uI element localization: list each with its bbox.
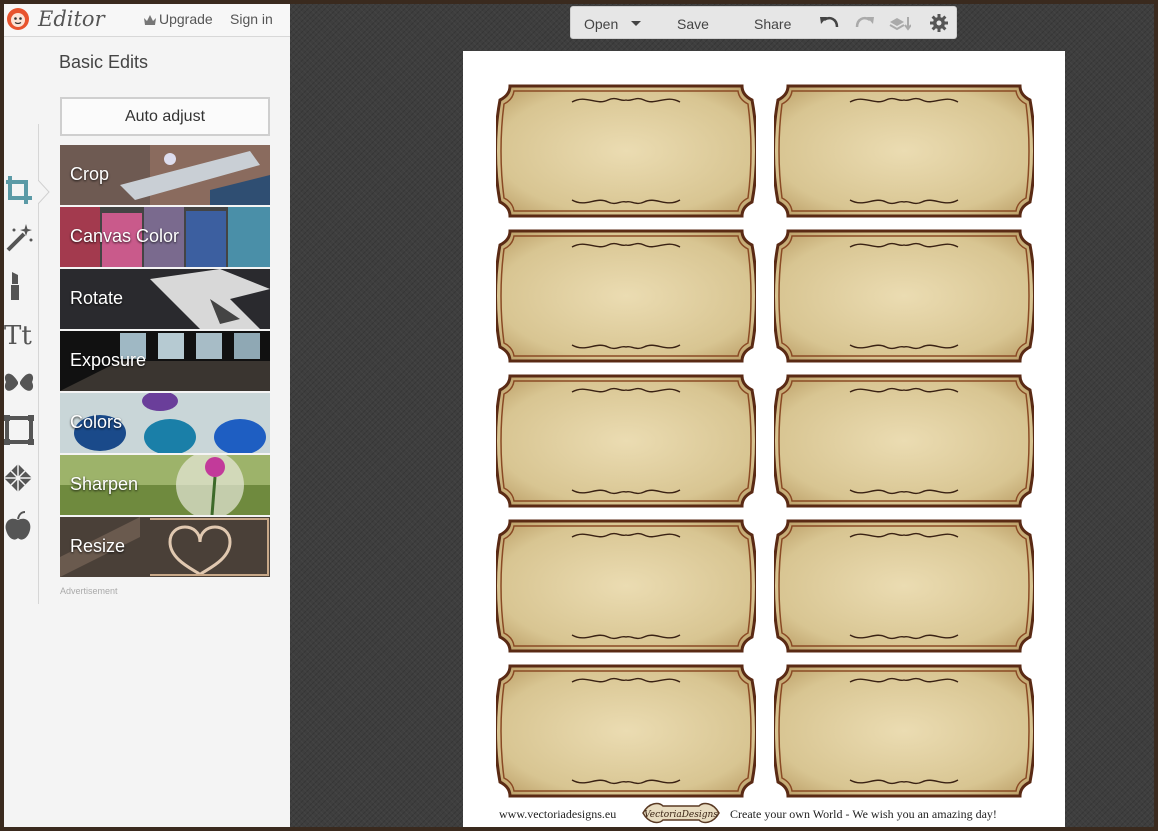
vintage-label-6[interactable] <box>774 372 1034 510</box>
svg-text:VectoriaDesigns: VectoriaDesigns <box>644 810 718 820</box>
tool-resize-label: Resize <box>70 536 126 556</box>
top-bar: Editor Upgrade Sign in <box>4 4 290 37</box>
advertisement-label: Advertisement <box>60 586 118 596</box>
open-button[interactable]: Open <box>584 16 618 32</box>
vintage-label-8[interactable] <box>774 517 1034 655</box>
crop-icon[interactable] <box>4 174 36 206</box>
rail-pointer-icon <box>38 180 50 204</box>
footer-tagline: Create your own World - We wish you an a… <box>730 807 997 821</box>
upgrade-label: Upgrade <box>159 11 213 27</box>
monkey-logo-icon[interactable] <box>6 7 30 31</box>
layers-download-icon[interactable] <box>889 14 911 32</box>
vintage-label-7[interactable] <box>496 517 756 655</box>
redo-icon[interactable] <box>854 14 876 32</box>
app-title: Editor <box>38 7 105 31</box>
editor-toolbar: Open Save Share <box>570 6 957 39</box>
tool-crop[interactable]: Crop <box>60 145 270 205</box>
lipstick-icon[interactable] <box>4 270 36 302</box>
vintage-label-4[interactable] <box>774 227 1034 365</box>
tool-rotate-label: Rotate <box>70 288 124 308</box>
vintage-label-5[interactable] <box>496 372 756 510</box>
magic-wand-icon[interactable] <box>4 222 36 254</box>
tool-sharpen[interactable]: Sharpen <box>60 455 270 515</box>
tool-exposure[interactable]: Exposure <box>60 331 270 391</box>
sign-in-link[interactable]: Sign in <box>230 11 273 27</box>
tool-list: Crop Canvas Color Rotate Exposure Colors… <box>60 145 270 579</box>
tool-colors[interactable]: Colors <box>60 393 270 453</box>
tool-exposure-label: Exposure <box>70 350 147 370</box>
tool-canvas-color[interactable]: Canvas Color <box>60 207 270 267</box>
share-button[interactable]: Share <box>754 16 791 32</box>
open-dropdown-icon[interactable] <box>629 14 643 32</box>
text-icon[interactable]: Tt <box>4 318 36 350</box>
vintage-label-2[interactable] <box>774 82 1034 220</box>
panel-title: Basic Edits <box>59 52 149 72</box>
texture-icon[interactable] <box>4 462 36 494</box>
vintage-label-3[interactable] <box>496 227 756 365</box>
tool-category-rail: Tt <box>4 124 50 604</box>
upgrade-link[interactable]: Upgrade <box>144 11 213 27</box>
apple-icon[interactable] <box>4 510 36 542</box>
vectoria-designs-logo: VectoriaDesigns <box>642 802 720 824</box>
frame-icon[interactable] <box>4 414 36 446</box>
tool-resize[interactable]: Resize <box>60 517 270 577</box>
undo-icon[interactable] <box>818 14 840 32</box>
tool-crop-label: Crop <box>70 164 110 184</box>
save-button[interactable]: Save <box>677 16 709 32</box>
butterfly-icon[interactable] <box>4 366 36 398</box>
tool-colors-label: Colors <box>70 412 123 432</box>
tool-canvas-color-label: Canvas Color <box>70 226 180 246</box>
tool-sharpen-label: Sharpen <box>70 474 139 494</box>
settings-gear-icon[interactable] <box>928 14 950 32</box>
canvas-workspace[interactable]: Open Save Share www.vectoriadesigns.eu V… <box>290 4 1154 827</box>
vintage-label-10[interactable] <box>774 662 1034 800</box>
svg-text:Tt: Tt <box>4 321 32 350</box>
vintage-label-9[interactable] <box>496 662 756 800</box>
vintage-label-1[interactable] <box>496 82 756 220</box>
auto-adjust-button[interactable]: Auto adjust <box>60 97 270 136</box>
crown-icon <box>144 15 156 25</box>
editor-sidebar: Editor Upgrade Sign in Basic Edits Tt Au… <box>4 4 290 827</box>
footer-website: www.vectoriadesigns.eu <box>499 807 617 821</box>
tool-rotate[interactable]: Rotate <box>60 269 270 329</box>
document-page[interactable]: www.vectoriadesigns.eu VectoriaDesigns C… <box>463 51 1065 827</box>
